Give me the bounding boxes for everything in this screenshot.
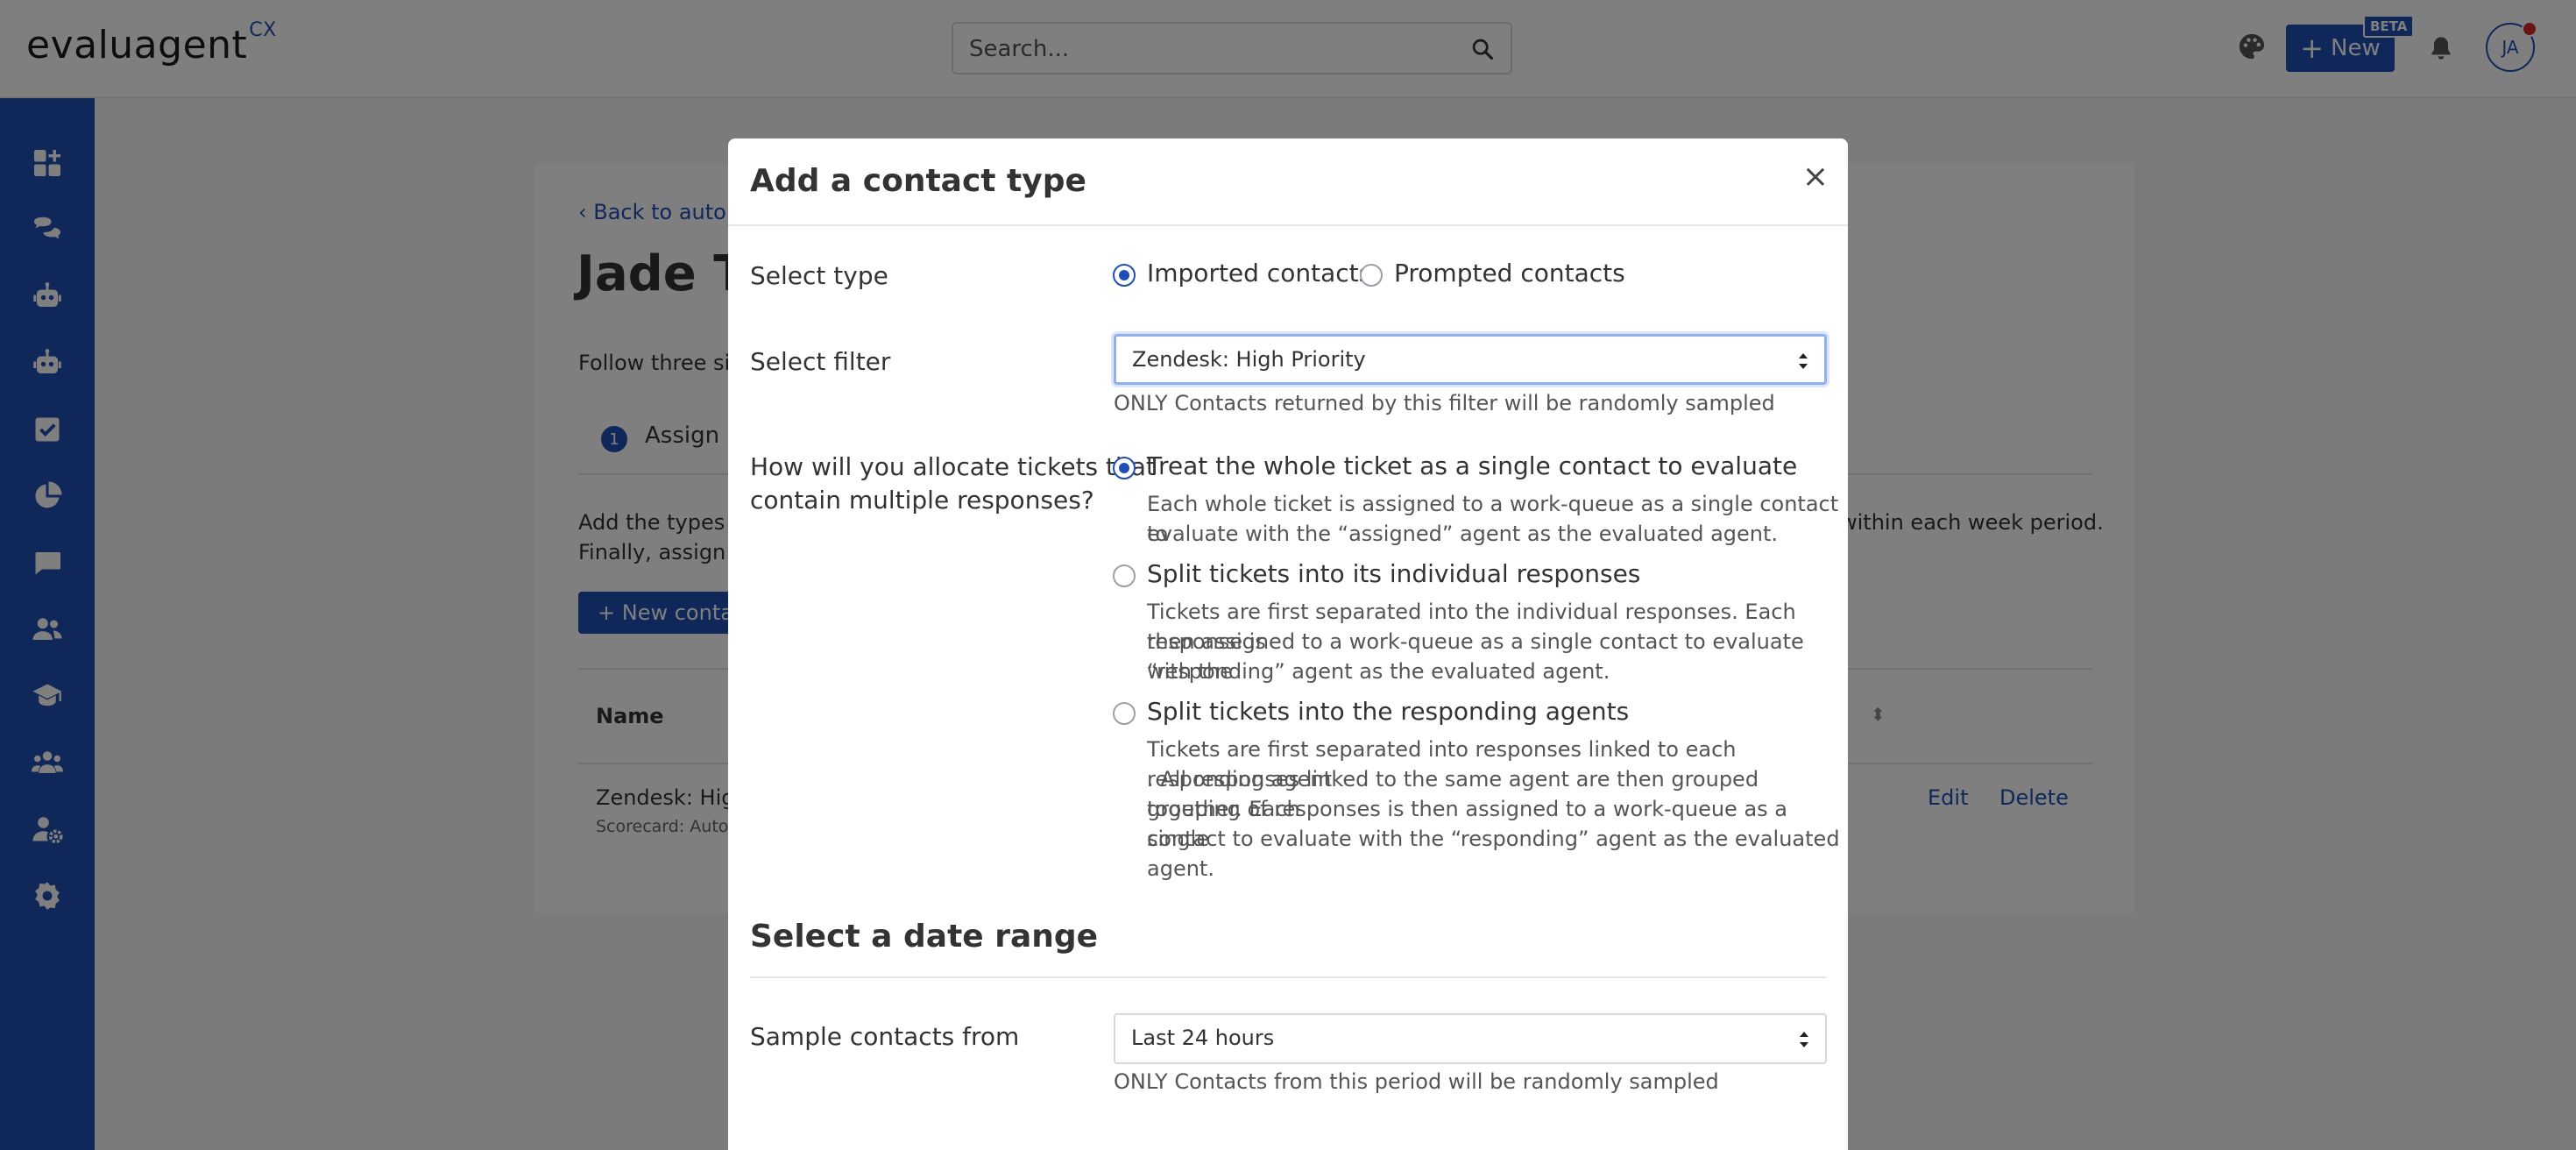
radio-imported-contacts[interactable]: [1113, 264, 1136, 287]
whole-ticket-desc-2: evaluate with the “assigned” agent as th…: [1147, 522, 1779, 546]
whole-ticket-label[interactable]: Treat the whole ticket as a single conta…: [1147, 451, 1797, 482]
select-arrows-icon: [1800, 1032, 1808, 1047]
filter-help-text: ONLY Contacts returned by this filter wi…: [1114, 391, 1775, 415]
individual-responses-desc-3: “responding” agent as the evaluated agen…: [1147, 659, 1610, 684]
responding-agents-label[interactable]: Split tickets into the responding agents: [1147, 696, 1629, 728]
radio-individual-responses[interactable]: [1113, 564, 1136, 587]
allocate-label-line1: How will you allocate tickets that: [750, 452, 1156, 481]
date-range-title: Select a date range: [750, 919, 1099, 955]
select-arrows-icon: [1799, 353, 1808, 369]
imported-contacts-label[interactable]: Imported contacts: [1147, 258, 1371, 289]
sample-from-label: Sample contacts from: [750, 1022, 1020, 1051]
individual-responses-label[interactable]: Split tickets into its individual respon…: [1147, 558, 1640, 590]
select-filter-label: Select filter: [750, 347, 891, 376]
sample-period-value: Last 24 hours: [1131, 1026, 1275, 1050]
section-divider: [750, 976, 1826, 978]
responding-agents-desc-4: contact to evaluate with the “responding…: [1147, 827, 1840, 881]
filter-select-value: Zendesk: High Priority: [1132, 347, 1366, 372]
filter-select[interactable]: Zendesk: High Priority: [1114, 334, 1827, 385]
radio-responding-agents[interactable]: [1113, 702, 1136, 725]
allocate-label-line2: contain multiple responses?: [750, 486, 1094, 515]
modal-header: Add a contact type ×: [728, 138, 1848, 226]
select-type-label: Select type: [750, 261, 888, 290]
modal-title: Add a contact type: [750, 163, 1086, 199]
sample-help-text: ONLY Contacts from this period will be r…: [1114, 1069, 1719, 1094]
add-contact-type-modal: Add a contact type × Select type Importe…: [728, 138, 1848, 1150]
sample-period-select[interactable]: Last 24 hours: [1114, 1013, 1827, 1064]
radio-whole-ticket[interactable]: [1113, 457, 1136, 479]
prompted-contacts-label[interactable]: Prompted contacts: [1394, 258, 1625, 289]
close-icon[interactable]: ×: [1802, 161, 1829, 193]
radio-prompted-contacts[interactable]: [1360, 264, 1383, 287]
